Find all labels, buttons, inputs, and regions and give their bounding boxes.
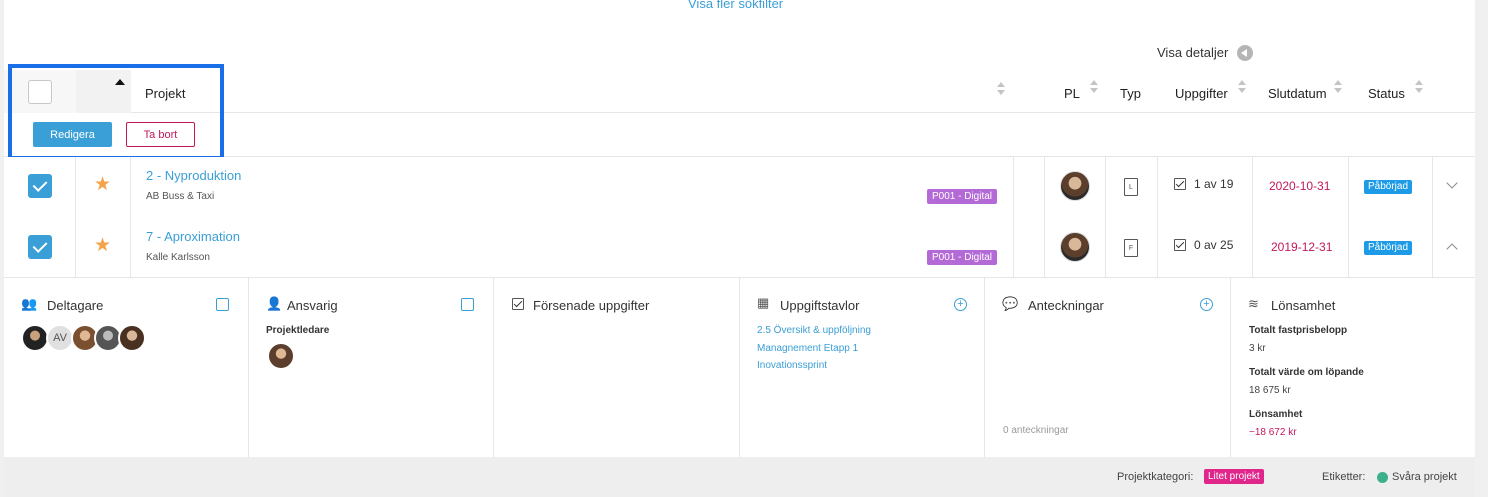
project-client: Kalle Karlsson [146, 252, 210, 263]
profitability-label: Lönsamhet [1249, 409, 1303, 420]
document-type-icon: L [1124, 178, 1138, 196]
section-divider [739, 278, 740, 457]
tasks-checkbox-icon [1174, 178, 1186, 190]
project-manager-label: Projektledare [266, 325, 330, 336]
project-title-link[interactable]: 7 - Aproximation [146, 229, 240, 244]
header-end-date[interactable]: Slutdatum [1268, 86, 1327, 101]
avatar [267, 342, 295, 370]
row-checkbox[interactable] [28, 174, 52, 198]
tasks-count: 1 av 19 [1194, 177, 1234, 191]
column-divider [1348, 157, 1349, 278]
notes-count: 0 anteckningar [1003, 425, 1069, 436]
add-note-icon[interactable]: + [1200, 298, 1213, 311]
favorite-star-icon[interactable]: ★ [94, 175, 111, 194]
scroll-gutter [1475, 0, 1488, 497]
edit-responsible-icon[interactable] [461, 298, 474, 311]
coins-icon: ≋ [1248, 296, 1259, 311]
category-badge: Litet projekt [1204, 469, 1264, 484]
add-board-icon[interactable]: + [954, 298, 967, 311]
bulk-action-bar [4, 113, 1475, 157]
header-pl[interactable]: PL [1064, 86, 1080, 101]
avatar [21, 324, 49, 352]
tags-label: Etiketter: [1322, 471, 1366, 483]
board-link[interactable]: Inovationssprint [757, 360, 827, 371]
category-label: Projektkategori: [1117, 471, 1194, 483]
tasks-checkbox-icon [1174, 239, 1186, 251]
avatar [1060, 232, 1090, 262]
table-row[interactable] [4, 217, 1475, 278]
column-divider [1432, 157, 1433, 278]
checkbox-icon [512, 298, 524, 310]
sort-icon[interactable] [1415, 80, 1424, 94]
users-icon: 👥 [21, 296, 38, 311]
profitability-title: Lönsamhet [1271, 298, 1336, 313]
board-link[interactable]: 2.5 Översikt & uppföljning [757, 325, 871, 336]
table-row[interactable] [4, 157, 1475, 218]
collapse-details-icon[interactable] [1237, 45, 1253, 61]
more-filters-link[interactable]: Visa fler sökfilter [688, 0, 783, 11]
status-badge: Påbörjad [1364, 241, 1413, 255]
header-tasks[interactable]: Uppgifter [1175, 86, 1228, 101]
column-divider [1252, 157, 1253, 278]
table-header [4, 70, 1475, 113]
column-divider [1157, 157, 1158, 278]
page: Visa fler sökfilter Visa detaljer Projek… [0, 0, 1488, 497]
header-status[interactable]: Status [1368, 86, 1405, 101]
column-divider [1105, 157, 1106, 278]
responsible-title: Ansvarig [287, 298, 338, 313]
section-divider [493, 278, 494, 457]
tag-dot-icon [1377, 472, 1388, 483]
section-divider [248, 278, 249, 457]
sort-icon[interactable] [1334, 80, 1343, 94]
avatar: AV [46, 324, 74, 352]
row-checkbox[interactable] [28, 235, 52, 259]
profitability-value: −18 672 kr [1249, 427, 1297, 438]
column-divider [75, 157, 76, 278]
avatar [118, 324, 146, 352]
grid-icon: ▦ [757, 295, 770, 310]
notes-title: Anteckningar [1028, 298, 1104, 313]
project-tag: P001 - Digital [927, 189, 998, 204]
column-divider [1044, 157, 1045, 278]
section-divider [984, 278, 985, 457]
running-value: 18 675 kr [1249, 385, 1291, 396]
participants-title: Deltagare [47, 298, 104, 313]
column-divider [1013, 157, 1014, 278]
project-title-link[interactable]: 2 - Nyproduktion [146, 168, 241, 183]
comments-icon: 💬 [1002, 296, 1019, 311]
section-divider [1230, 278, 1231, 457]
end-date: 2019-12-31 [1271, 240, 1333, 254]
end-date: 2020-10-31 [1269, 179, 1331, 193]
edit-participants-icon[interactable] [216, 298, 229, 311]
board-link[interactable]: Managnement Etapp 1 [757, 343, 858, 354]
user-icon: 👤 [266, 296, 283, 311]
task-boards-title: Uppgiftstavlor [780, 298, 860, 313]
project-tag: P001 - Digital [927, 250, 998, 265]
tasks-count: 0 av 25 [1194, 238, 1234, 252]
header-type[interactable]: Typ [1120, 86, 1141, 101]
status-badge: Påbörjad [1364, 180, 1413, 194]
sort-icon[interactable] [1090, 80, 1099, 94]
overdue-tasks-title: Försenade uppgifter [533, 298, 650, 313]
project-client: AB Buss & Taxi [146, 191, 215, 202]
document-type-icon: F [1124, 239, 1138, 257]
fixed-price-label: Totalt fastprisbelopp [1249, 325, 1348, 336]
sort-icon[interactable] [997, 82, 1006, 96]
tag-label: Svåra projekt [1392, 471, 1457, 483]
column-divider [130, 157, 131, 278]
details-toggle-label[interactable]: Visa detaljer [1157, 45, 1228, 60]
fixed-price-value: 3 kr [1249, 343, 1266, 354]
avatar [1060, 171, 1090, 201]
selection-highlight [8, 64, 224, 160]
sort-icon[interactable] [1238, 80, 1247, 94]
running-value-label: Totalt värde om löpande [1249, 367, 1364, 378]
favorite-star-icon[interactable]: ★ [94, 236, 111, 255]
